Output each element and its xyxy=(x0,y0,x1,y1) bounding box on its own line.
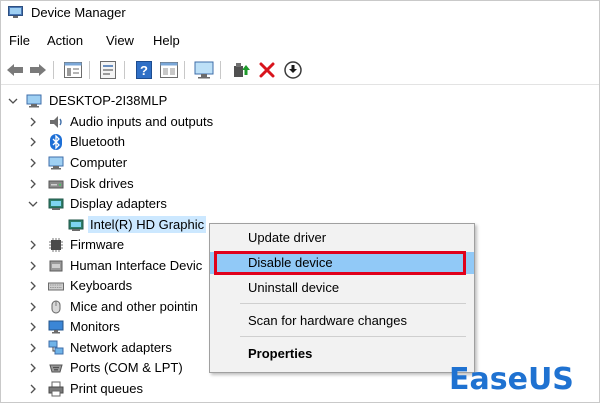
chevron-right-icon[interactable] xyxy=(28,158,38,168)
tree-item-label: Network adapters xyxy=(70,340,172,355)
tree-item-label: Ports (COM & LPT) xyxy=(70,360,183,375)
download-circle-icon[interactable] xyxy=(283,60,303,80)
menu-file[interactable]: File xyxy=(9,32,30,49)
tree-item-label: Print queues xyxy=(70,381,143,396)
menu-view[interactable]: View xyxy=(106,32,134,49)
tree-item-bluetooth[interactable]: Bluetooth xyxy=(1,132,599,152)
chevron-right-icon[interactable] xyxy=(28,302,38,312)
menu-help[interactable]: Help xyxy=(153,32,180,49)
properties-pane-icon[interactable] xyxy=(63,60,83,80)
tree-item-computer[interactable]: Computer xyxy=(1,153,599,173)
printer-icon xyxy=(48,381,64,397)
tree-item-label: Monitors xyxy=(70,319,120,334)
tree-item-label: Intel(R) HD Graphic xyxy=(88,216,207,233)
monitor-icon xyxy=(48,320,64,334)
tree-item-label: Human Interface Devic xyxy=(70,258,203,273)
chevron-right-icon[interactable] xyxy=(28,137,38,147)
speaker-icon xyxy=(50,116,62,128)
ctx-properties[interactable]: Properties xyxy=(210,343,474,365)
network-adapter-icon xyxy=(48,340,64,355)
tree-item-label: Firmware xyxy=(70,237,125,252)
ctx-item-label: Properties xyxy=(248,346,313,361)
chevron-right-icon[interactable] xyxy=(28,363,38,373)
firmware-icon xyxy=(49,238,63,252)
context-menu: Update driver Disable device Uninstall d… xyxy=(209,223,475,373)
mouse-icon xyxy=(51,300,61,314)
window-title: Device Manager xyxy=(31,5,126,20)
menu-action[interactable]: Action xyxy=(47,32,83,49)
chevron-right-icon[interactable] xyxy=(28,240,38,250)
forward-arrow-icon[interactable] xyxy=(28,60,48,80)
ctx-item-label: Scan for hardware changes xyxy=(248,313,407,328)
port-icon xyxy=(49,364,63,373)
ctx-update-driver[interactable]: Update driver xyxy=(210,227,474,249)
ctx-item-label: Uninstall device xyxy=(248,280,340,295)
computer-icon xyxy=(48,156,64,170)
easeus-watermark: EaseUS xyxy=(449,359,574,399)
tree-item-audio[interactable]: Audio inputs and outputs xyxy=(1,112,599,132)
chevron-right-icon[interactable] xyxy=(28,384,38,394)
ctx-separator xyxy=(240,336,466,337)
monitor-scan-icon[interactable] xyxy=(194,60,214,80)
device-manager-window: Device Manager File Action View Help ? D… xyxy=(0,0,600,403)
update-driver-icon[interactable] xyxy=(231,60,251,80)
hid-icon xyxy=(49,260,63,272)
chevron-right-icon[interactable] xyxy=(28,322,38,332)
chevron-down-icon[interactable] xyxy=(8,96,18,106)
ctx-item-label: Update driver xyxy=(248,230,327,245)
watermark-text: EaseUS xyxy=(449,361,574,397)
tree-item-label: Computer xyxy=(70,155,128,170)
device-manager-icon xyxy=(8,6,23,18)
tree-item-label: Disk drives xyxy=(70,176,134,191)
highlight-outline xyxy=(214,251,466,275)
disk-drive-icon xyxy=(48,180,64,189)
tree-item-label: Keyboards xyxy=(70,278,133,293)
back-arrow-icon[interactable] xyxy=(5,60,25,80)
display-adapter-icon xyxy=(68,219,84,231)
ctx-separator xyxy=(240,303,466,304)
chevron-right-icon[interactable] xyxy=(28,343,38,353)
tree-item-label: Mice and other pointin xyxy=(70,299,198,314)
tree-item-display-adapters[interactable]: Display adapters xyxy=(1,194,599,214)
tree-root-label: DESKTOP-2I38MLP xyxy=(49,93,168,108)
bluetooth-icon xyxy=(50,134,62,150)
driver-details-icon[interactable] xyxy=(98,60,118,80)
tree-item-disk-drives[interactable]: Disk drives xyxy=(1,174,599,194)
toolbar: ? xyxy=(1,56,599,85)
title-bar: Device Manager xyxy=(1,1,599,26)
chevron-down-icon[interactable] xyxy=(28,199,38,209)
display-adapter-icon xyxy=(48,198,64,210)
tree-item-label: Display adapters xyxy=(70,196,167,211)
chevron-right-icon[interactable] xyxy=(28,117,38,127)
svg-text:?: ? xyxy=(140,63,148,78)
keyboard-icon xyxy=(48,282,64,291)
ctx-scan-hardware[interactable]: Scan for hardware changes xyxy=(210,310,474,332)
chevron-right-icon[interactable] xyxy=(28,261,38,271)
help-icon[interactable]: ? xyxy=(134,60,154,80)
ctx-uninstall-device[interactable]: Uninstall device xyxy=(210,277,474,299)
chevron-right-icon[interactable] xyxy=(28,281,38,291)
chevron-right-icon[interactable] xyxy=(28,179,38,189)
uninstall-x-icon[interactable] xyxy=(257,60,277,80)
tree-item-label: Bluetooth xyxy=(70,134,125,149)
computer-root-icon xyxy=(26,94,42,108)
view-pane-icon[interactable] xyxy=(159,60,179,80)
menu-bar: File Action View Help xyxy=(1,32,599,52)
tree-item-label: Audio inputs and outputs xyxy=(70,114,214,129)
tree-root[interactable]: DESKTOP-2I38MLP xyxy=(1,91,599,111)
